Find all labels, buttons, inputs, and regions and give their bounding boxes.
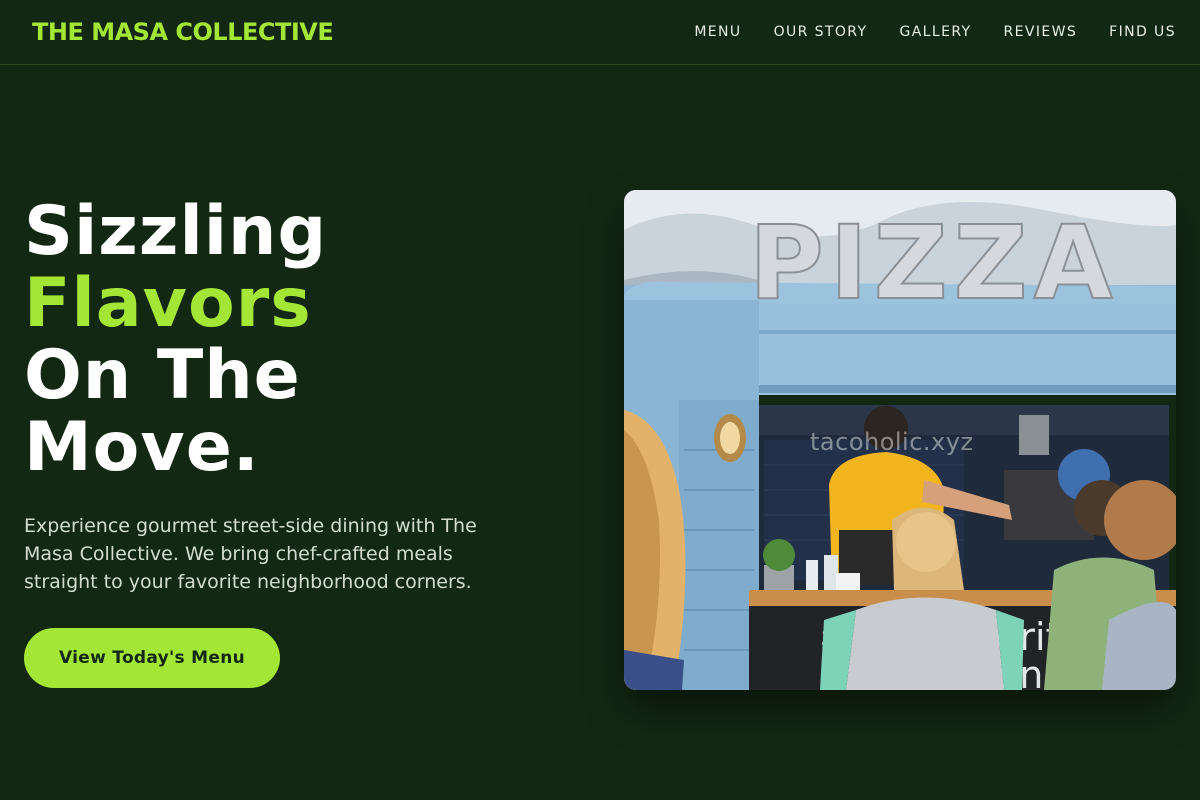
pizza-sign: PIZZA: [749, 204, 1119, 323]
headline-line-3: On The: [24, 336, 301, 415]
headline-line-4: Move.: [24, 408, 260, 487]
view-menu-button[interactable]: View Today's Menu: [24, 628, 280, 688]
headline-line-1: Sizzling: [24, 192, 328, 271]
site-header: THE MASA COLLECTIVE MENU OUR STORY GALLE…: [0, 0, 1200, 65]
nav-link-find-us[interactable]: FIND US: [1109, 24, 1176, 40]
headline-line-2: Flavors: [24, 264, 312, 343]
main-nav: MENU OUR STORY GALLERY REVIEWS FIND US: [694, 24, 1176, 40]
photo-watermark: tacoholic.xyz: [810, 428, 974, 456]
nav-link-reviews[interactable]: REVIEWS: [1004, 24, 1078, 40]
brand-logo[interactable]: THE MASA COLLECTIVE: [32, 18, 334, 46]
nav-link-menu[interactable]: MENU: [694, 24, 741, 40]
hero-section: Sizzling Flavors On The Move. Experience…: [24, 196, 544, 688]
hero-subtext: Experience gourmet street-side dining wi…: [24, 515, 477, 593]
nav-link-our-story[interactable]: OUR STORY: [774, 24, 868, 40]
hero-headline: Sizzling Flavors On The Move.: [24, 196, 544, 484]
nav-link-gallery[interactable]: GALLERY: [899, 24, 971, 40]
